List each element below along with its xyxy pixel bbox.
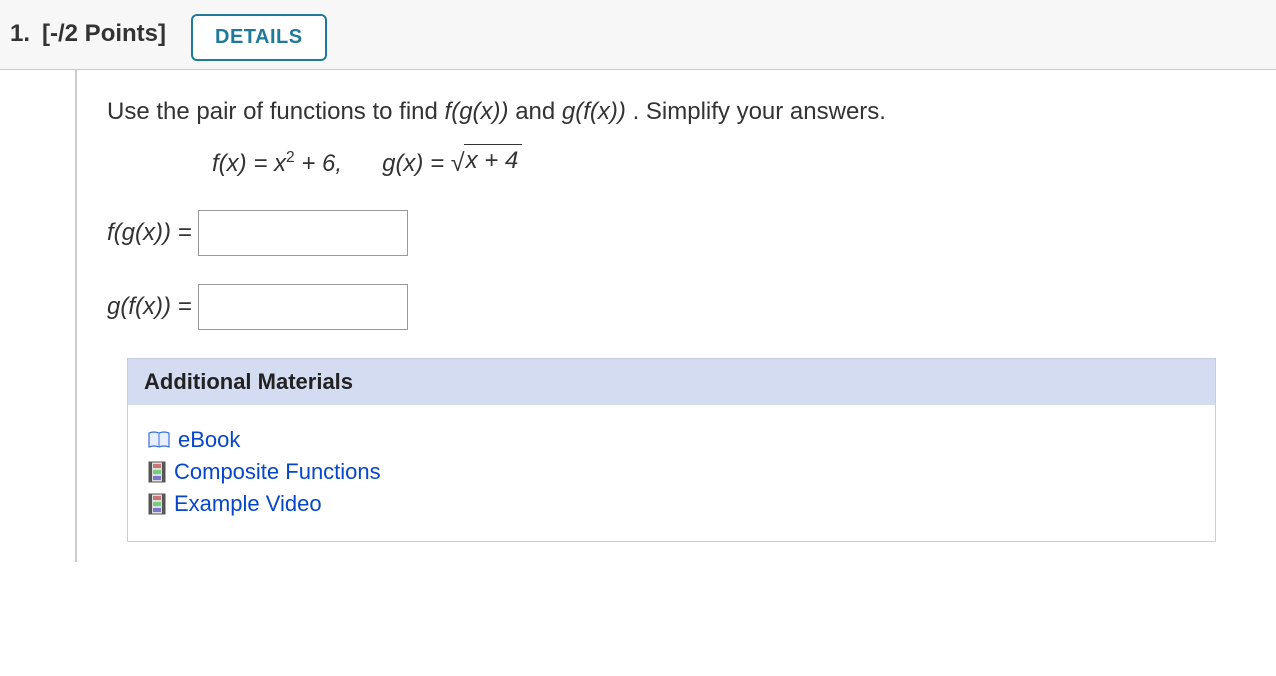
expr-fg: f(g(x)) bbox=[445, 98, 509, 125]
materials-body: eBook Composite Functions bbox=[128, 405, 1215, 541]
f-exp: 2 bbox=[286, 149, 295, 166]
material-item-example: Example Video bbox=[148, 491, 1195, 517]
radicand: x + 4 bbox=[464, 144, 523, 176]
ebook-icon bbox=[148, 431, 170, 449]
answer-label-fg: f(g(x)) = bbox=[107, 219, 192, 247]
film-icon bbox=[148, 461, 166, 483]
radical-sign: √ bbox=[451, 151, 465, 176]
material-item-composite: Composite Functions bbox=[148, 459, 1195, 485]
answer-row-gf: g(f(x)) = bbox=[107, 284, 1276, 330]
instructions-text-post: . Simplify your answers. bbox=[633, 98, 886, 125]
instructions: Use the pair of functions to find f(g(x)… bbox=[107, 98, 1276, 126]
details-button[interactable]: DETAILS bbox=[191, 14, 327, 61]
film-icon bbox=[148, 493, 166, 515]
points-label: [-/2 Points] bbox=[42, 20, 166, 48]
g-def-lhs: g(x) = bbox=[382, 150, 451, 177]
answer-label-fg-text: f(g(x)) = bbox=[107, 219, 192, 246]
instructions-text-mid: and bbox=[515, 98, 562, 125]
question-header: 1. [-/2 Points] DETAILS bbox=[0, 0, 1276, 70]
answer-label-gf: g(f(x)) = bbox=[107, 293, 192, 321]
question-content: Use the pair of functions to find f(g(x)… bbox=[75, 70, 1276, 562]
material-link[interactable]: Example Video bbox=[174, 491, 322, 517]
question-number-block: 1. [-/2 Points] bbox=[10, 20, 166, 48]
materials-header: Additional Materials bbox=[128, 359, 1215, 405]
material-item-ebook: eBook bbox=[148, 427, 1195, 453]
material-link[interactable]: eBook bbox=[178, 427, 240, 453]
sqrt: √x + 4 bbox=[451, 144, 523, 176]
answer-label-gf-text: g(f(x)) = bbox=[107, 293, 192, 320]
f-def-lhs: f(x) = x bbox=[212, 150, 286, 177]
answer-input-gf[interactable] bbox=[198, 284, 408, 330]
instructions-text-pre: Use the pair of functions to find bbox=[107, 98, 445, 125]
answer-input-fg[interactable] bbox=[198, 210, 408, 256]
additional-materials: Additional Materials eBook bbox=[127, 358, 1216, 542]
function-definitions: f(x) = x2 + 6, g(x) = √x + 4 bbox=[212, 144, 1276, 178]
f-def-rhs: + 6, bbox=[295, 150, 342, 177]
expr-gf: g(f(x)) bbox=[562, 98, 626, 125]
answer-row-fg: f(g(x)) = bbox=[107, 210, 1276, 256]
question-number: 1. bbox=[10, 20, 30, 48]
material-link[interactable]: Composite Functions bbox=[174, 459, 381, 485]
